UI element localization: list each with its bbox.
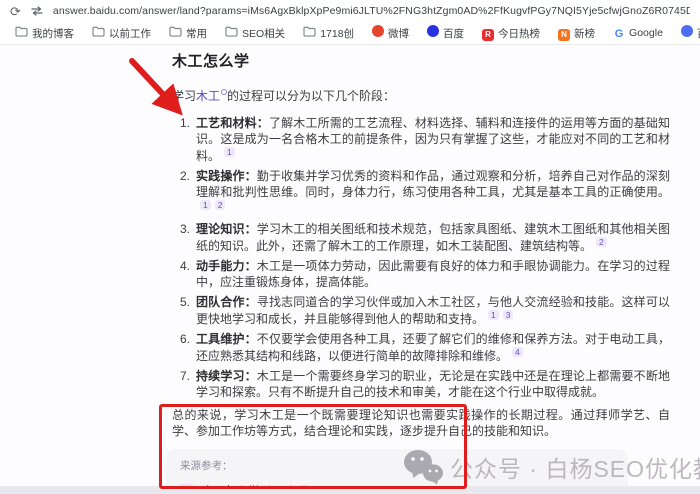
- step-number: 7.: [180, 368, 196, 400]
- list-item: 7. 持续学习：木工是一个需要终身学习的职业，无论是在实践中还是在理论上都需要不…: [180, 368, 670, 400]
- bookmark-item-以前工作[interactable]: 以前工作: [83, 24, 160, 42]
- step-label: 持续学习：: [196, 369, 257, 383]
- list-item: 4. 动手能力：木工是一项体力劳动，因此需要有良好的体力和手眼协调能力。在学习的…: [180, 258, 670, 290]
- step-text: 实践操作：勤于收集并学习优秀的资料和作品，通过观察和分析，培养自己对作品的深刻理…: [196, 168, 670, 217]
- step-number: 2.: [180, 168, 196, 217]
- intro-paragraph: 学习木工的过程可以分为以下几个阶段：: [172, 88, 670, 104]
- step-label: 工艺和材料：: [196, 116, 269, 130]
- intro-prefix: 学习: [172, 89, 196, 103]
- google-icon: G: [613, 29, 625, 41]
- bookmark-item-今日热榜[interactable]: R 今日热榜: [473, 24, 549, 42]
- sources-heading: 来源参考：: [180, 458, 614, 473]
- baidu-paw-icon: [427, 25, 439, 37]
- folder-icon: [225, 26, 238, 37]
- list-item: 5. 团队合作：寻找志同道合的学习伙伴或加入木工社区，与他人交流经验和技能。这样…: [180, 294, 670, 327]
- step-text: 工具维护：不仅要学会使用各种工具，还要了解它们的维修和保养方法。对于电动工具，还…: [196, 331, 670, 364]
- bookmark-item-新榜[interactable]: N 新榜: [549, 24, 604, 42]
- bookmark-item-常用[interactable]: 常用: [160, 24, 216, 42]
- list-item: 2. 实践操作：勤于收集并学习优秀的资料和作品，通过观察和分析，培养自己对作品的…: [180, 168, 670, 217]
- bottom-edge-strip: [0, 486, 700, 494]
- step-label: 动手能力：: [196, 259, 257, 273]
- folder-icon: [15, 26, 28, 37]
- reload-icon[interactable]: ⟳: [10, 5, 21, 18]
- citation-badge[interactable]: 2: [215, 200, 226, 210]
- folder-icon: [303, 26, 316, 37]
- bookmark-item-百度指数[interactable]: 百度指数: [672, 24, 700, 42]
- step-text: 持续学习：木工是一个需要终身学习的职业，无论是在实践中还是在理论上都需要不断地学…: [196, 368, 670, 400]
- step-label: 实践操作：: [196, 169, 257, 183]
- intro-suffix: 的过程可以分为以下几个阶段：: [227, 89, 395, 103]
- step-number: 6.: [180, 331, 196, 364]
- step-label: 理论知识：: [196, 222, 257, 236]
- summary-paragraph: 总的来说，学习木工是一个既需要理论知识也需要实践操作的长期过程。通过拜师学艺、自…: [172, 407, 670, 439]
- mugong-term-link[interactable]: 木工: [196, 89, 227, 103]
- newrank-icon: N: [558, 29, 570, 41]
- step-number: 3.: [180, 221, 196, 254]
- site-permissions-icon[interactable]: [31, 6, 43, 16]
- step-text: 理论知识：学习木工的相关图纸和技术规范，包括家具图纸、建筑木工图纸和其他相关图纸…: [196, 221, 670, 254]
- folder-icon: [92, 26, 105, 37]
- step-label: 工具维护：: [196, 332, 257, 346]
- step-number: 5.: [180, 294, 196, 327]
- list-item: 3. 理论知识：学习木工的相关图纸和技术规范，包括家具图纸、建筑木工图纸和其他相…: [180, 221, 670, 254]
- list-item: 6. 工具维护：不仅要学会使用各种工具，还要了解它们的维修和保养方法。对于电动工…: [180, 331, 670, 364]
- citation-badge[interactable]: 3: [503, 310, 514, 320]
- citation-badge[interactable]: 2: [596, 237, 607, 247]
- bookmark-item-我的博客[interactable]: 我的博客: [6, 24, 83, 42]
- article: 木工怎么学 学习木工的过程可以分为以下几个阶段： 1. 工艺和材料：了解木工所需…: [172, 50, 670, 494]
- rebang-icon: R: [482, 29, 494, 41]
- bookmark-item-Google[interactable]: G Google: [604, 24, 672, 42]
- address-url[interactable]: answer.baidu.com/answer/land?params=iMs6…: [53, 5, 690, 17]
- citation-badge[interactable]: 1: [224, 147, 235, 157]
- step-label: 团队合作：: [196, 295, 257, 309]
- step-number: 4.: [180, 258, 196, 290]
- browser-chrome: ⟳ answer.baidu.com/answer/land?params=iM…: [0, 0, 700, 45]
- step-text: 团队合作：寻找志同道合的学习伙伴或加入木工社区，与他人交流经验和技能。这样可以更…: [196, 294, 670, 327]
- weibo-icon: [372, 25, 384, 37]
- bookmark-item-SEO相关[interactable]: SEO相关: [216, 24, 294, 42]
- bookmarks-bar: 我的博客 以前工作 常用 SEO相关 1718创 微博 百度 R 今日热榜: [0, 22, 700, 45]
- page-title: 木工怎么学: [172, 50, 670, 71]
- steps-list: 1. 工艺和材料：了解木工所需的工艺流程、材料选择、辅料和连接件的运用等方面的基…: [172, 115, 670, 400]
- page-body: 木工怎么学 学习木工的过程可以分为以下几个阶段： 1. 工艺和材料：了解木工所需…: [0, 45, 700, 494]
- step-text: 工艺和材料：了解木工所需的工艺流程、材料选择、辅料和连接件的运用等方面的基础知识…: [196, 115, 670, 164]
- citation-badge[interactable]: 4: [512, 347, 523, 357]
- bookmark-item-百度[interactable]: 百度: [418, 24, 473, 42]
- citation-badge[interactable]: 1: [488, 310, 499, 320]
- step-text: 动手能力：木工是一项体力劳动，因此需要有良好的体力和手眼协调能力。在学习的过程中…: [196, 258, 670, 290]
- step-number: 1.: [180, 115, 196, 164]
- list-item: 1. 工艺和材料：了解木工所需的工艺流程、材料选择、辅料和连接件的运用等方面的基…: [180, 115, 670, 164]
- url-bar[interactable]: ⟳ answer.baidu.com/answer/land?params=iM…: [0, 0, 700, 22]
- bookmark-item-微博[interactable]: 微博: [363, 24, 418, 42]
- bookmark-item-1718创[interactable]: 1718创: [294, 24, 363, 42]
- folder-icon: [169, 26, 182, 37]
- citation-badge[interactable]: 1: [200, 200, 211, 210]
- baidu-index-icon: [681, 25, 693, 37]
